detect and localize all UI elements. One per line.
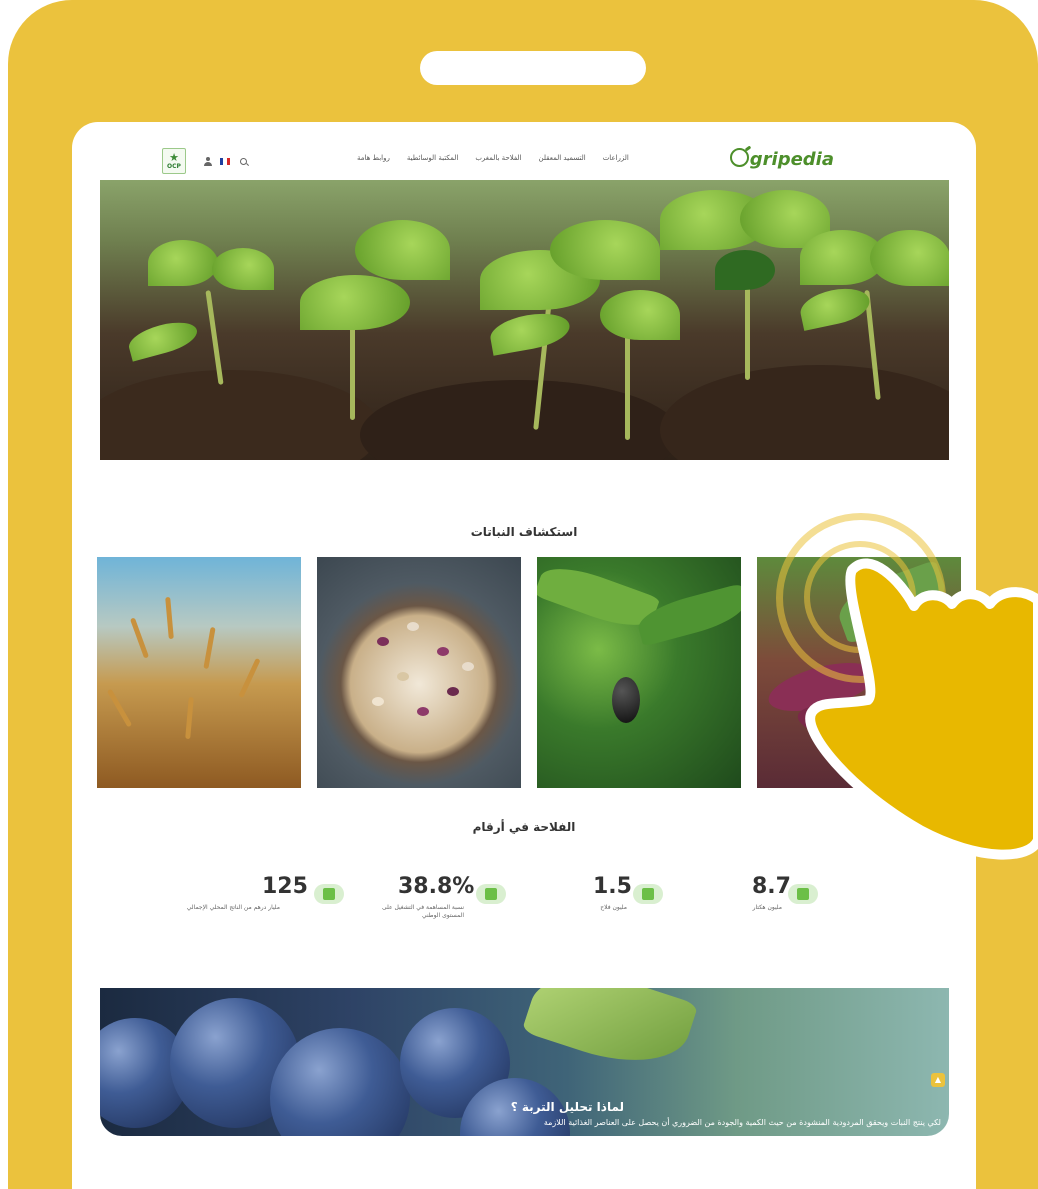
pointing-hand-icon	[805, 558, 1038, 860]
